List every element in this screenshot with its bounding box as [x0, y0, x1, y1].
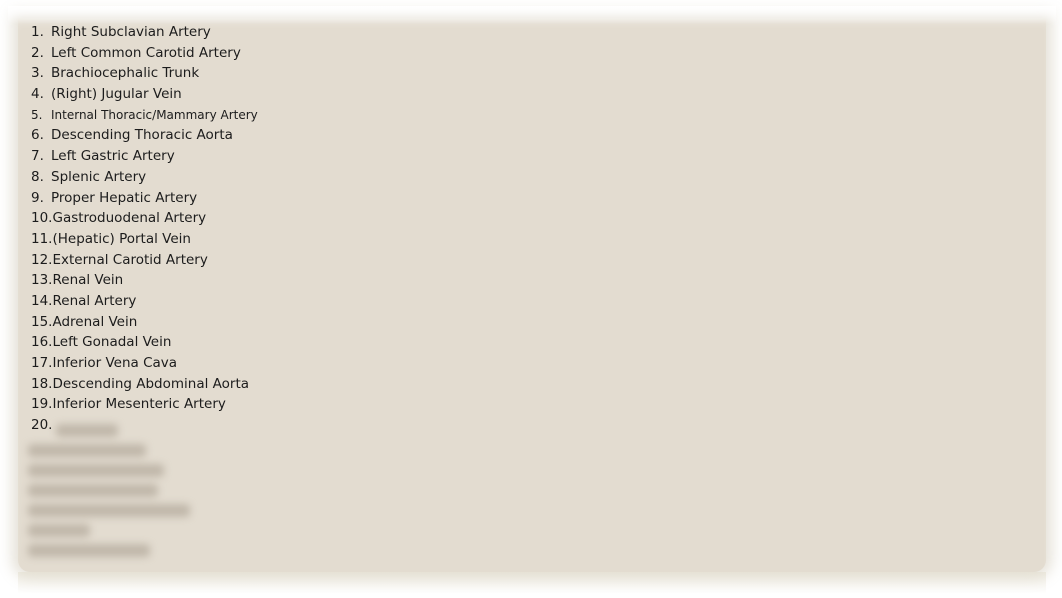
list-item: 12. External Carotid Artery	[31, 250, 258, 271]
item-label: Left Gonadal Vein	[52, 334, 172, 351]
list-item: 6. Descending Thoracic Aorta	[31, 125, 258, 146]
list-item: 14. Renal Artery	[31, 291, 258, 312]
item-label: Descending Abdominal Aorta	[52, 375, 250, 392]
list-item: 13. Renal Vein	[31, 270, 258, 291]
item-number: 10.	[31, 210, 53, 227]
item-label: (Hepatic) Portal Vein	[52, 230, 191, 247]
blurred-line	[28, 544, 150, 557]
list-item: 7. Left Gastric Artery	[31, 146, 258, 167]
blurred-line	[28, 444, 146, 457]
list-item: 1. Right Subclavian Artery	[31, 22, 258, 43]
list-item: 4. (Right) Jugular Vein	[31, 84, 258, 105]
blurred-line	[28, 464, 164, 477]
list-item: 2. Left Common Carotid Artery	[31, 43, 258, 64]
item-label: Right Subclavian Artery	[51, 24, 211, 40]
item-label: External Carotid Artery	[52, 251, 208, 268]
item-label: (Right) Jugular Vein	[51, 86, 182, 103]
item-label: Left Gastric Artery	[51, 148, 175, 165]
item-number: 14.	[31, 292, 53, 309]
item-label: Renal Artery	[52, 292, 137, 309]
list-item: 17. Inferior Vena Cava	[31, 353, 258, 374]
item-number: 19.	[31, 396, 53, 413]
item-number: 7.	[31, 148, 44, 165]
list-item: 9. Proper Hepatic Artery	[31, 188, 258, 209]
anatomy-list: 1. Right Subclavian Artery 2. Left Common …	[31, 22, 258, 436]
list-item: 5. Internal Thoracic/Mammary Artery	[31, 105, 258, 126]
blurred-line	[28, 504, 190, 517]
list-item: 16. Left Gonadal Vein	[31, 332, 258, 353]
item-label: Inferior Vena Cava	[52, 355, 178, 371]
item-number: 9.	[31, 189, 44, 206]
item-label: Brachiocephalic Trunk	[51, 65, 200, 82]
page: 1. Right Subclavian Artery 2. Left Common …	[0, 0, 1062, 598]
item-label: Renal Vein	[52, 272, 124, 289]
blurred-line	[28, 484, 158, 497]
list-item: 10. Gastroduodenal Artery	[31, 208, 258, 229]
item-number: 1.	[31, 24, 44, 40]
item-number: 18.	[31, 375, 53, 392]
item-number: 16.	[31, 334, 53, 351]
item-label: Descending Thoracic Aorta	[51, 127, 233, 144]
list-item: 18. Descending Abdominal Aorta	[31, 374, 258, 395]
item-label: Inferior Mesenteric Artery	[52, 396, 226, 413]
item-number: 15.	[31, 313, 53, 330]
item-number: 13.	[31, 272, 53, 289]
item-label: Adrenal Vein	[52, 313, 138, 330]
item-number: 17.	[31, 355, 53, 371]
item-number: 8.	[31, 168, 44, 185]
item-number: 12.	[31, 251, 53, 268]
slide-reflection	[18, 572, 1046, 594]
blurred-line	[28, 524, 90, 537]
item-label: Proper Hepatic Artery	[51, 189, 198, 206]
item-number: 2.	[31, 44, 44, 61]
list-item: 3. Brachiocephalic Trunk	[31, 63, 258, 84]
item-label: Gastroduodenal Artery	[52, 210, 207, 227]
blurred-line	[56, 424, 118, 437]
item-number: 5.	[31, 107, 43, 122]
item-label: Left Common Carotid Artery	[51, 44, 241, 61]
list-item: 19. Inferior Mesenteric Artery	[31, 394, 258, 415]
item-number: 6.	[31, 127, 44, 144]
item-number: 11.	[31, 230, 53, 247]
item-label: Internal Thoracic/Mammary Artery	[51, 107, 258, 122]
item-label: Splenic Artery	[51, 168, 147, 185]
item-number: 4.	[31, 86, 44, 103]
item-number: 3.	[31, 65, 44, 82]
list-item: 8. Splenic Artery	[31, 167, 258, 188]
list-item: 11. (Hepatic) Portal Vein	[31, 229, 258, 250]
blurred-hidden-content	[28, 424, 208, 564]
list-item: 15. Adrenal Vein	[31, 312, 258, 333]
